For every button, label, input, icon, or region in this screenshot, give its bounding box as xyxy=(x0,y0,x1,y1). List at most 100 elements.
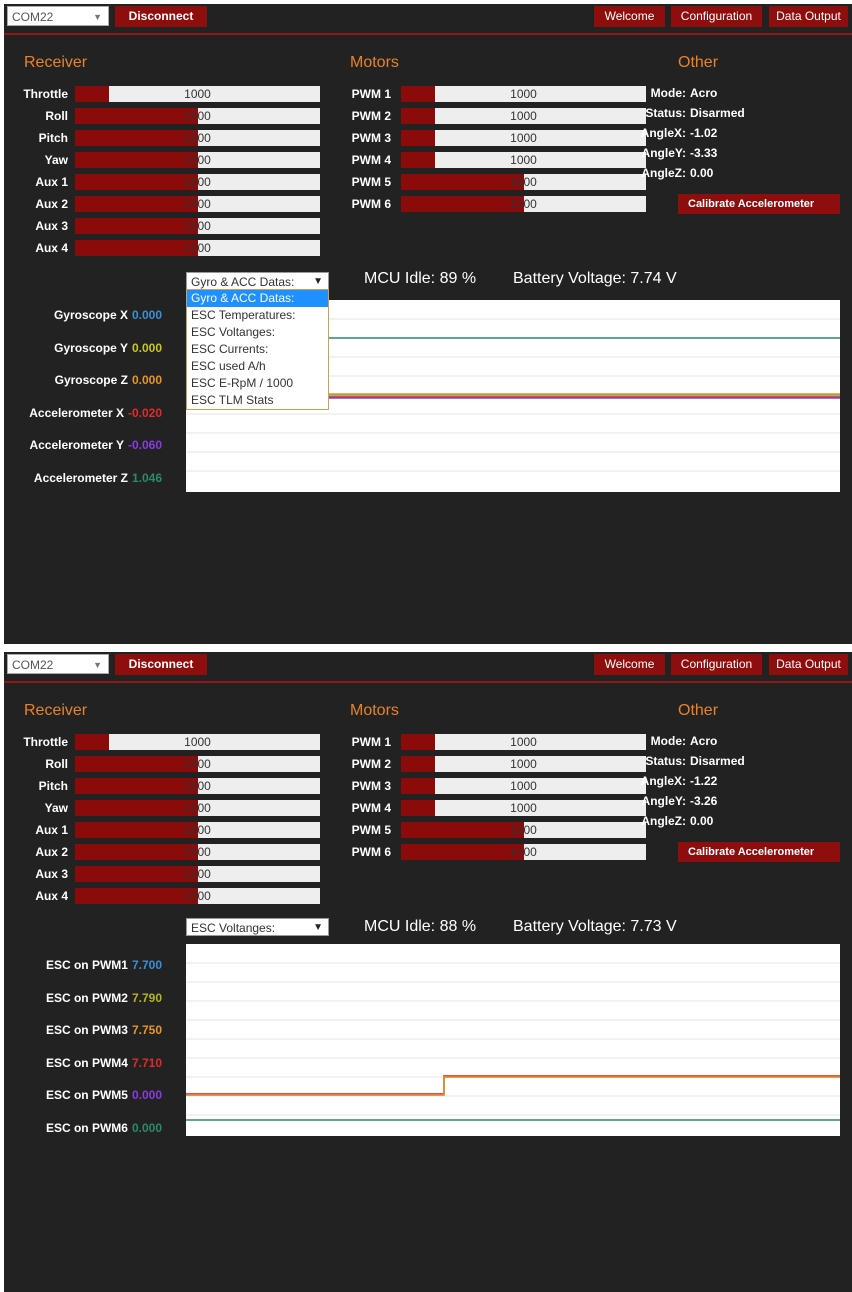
series-label: Gyroscope Y 0.000 xyxy=(4,341,162,355)
data-type-select[interactable]: ESC Voltanges: ▼ xyxy=(186,918,329,936)
series-value: 7.700 xyxy=(131,958,162,972)
motor-bar: 1000 xyxy=(401,778,646,794)
series-name: Gyroscope Y xyxy=(54,340,128,355)
other-row: Mode: Acro xyxy=(628,734,718,748)
motor-bar: 1000 xyxy=(401,756,646,772)
calibrate-accelerometer-button[interactable]: Calibrate Accelerometer xyxy=(678,842,840,862)
top-bar: COM22 ▼ Disconnect Welcome Configuration Data… xyxy=(4,652,852,678)
receiver-heading: Receiver xyxy=(24,702,88,719)
dropdown-option[interactable]: ESC Temperatures: xyxy=(187,307,328,324)
motor-value: 1500 xyxy=(510,197,537,211)
top-divider xyxy=(4,33,852,35)
other-row: AngleY: -3.26 xyxy=(628,794,718,808)
motor-value: 1500 xyxy=(510,823,537,837)
motor-bar: 1500 xyxy=(401,822,646,838)
series-name: Accelerometer Z xyxy=(33,470,128,485)
motor-label: PWM 2 xyxy=(351,757,391,771)
tab-configuration[interactable]: Configuration xyxy=(671,6,762,27)
receiver-value: 1000 xyxy=(184,87,211,101)
dropdown-option[interactable]: ESC TLM Stats xyxy=(187,392,328,409)
other-row: AngleX: -1.22 xyxy=(628,774,718,788)
receiver-heading: Receiver xyxy=(24,54,88,71)
receiver-value: 1500 xyxy=(184,197,211,211)
series-value: 0.000 xyxy=(131,1120,162,1135)
port-select[interactable]: COM22 ▼ xyxy=(7,6,109,26)
motor-value: 1000 xyxy=(510,757,537,771)
motor-value: 1000 xyxy=(510,131,537,145)
receiver-label: Aux 3 xyxy=(35,219,68,233)
receiver-bar: 1500 xyxy=(75,218,320,234)
motor-bar: 1000 xyxy=(401,130,646,146)
series-label: ESC on PWM2 7.790 xyxy=(4,991,162,1005)
receiver-label: Aux 3 xyxy=(35,867,68,881)
tab-configuration[interactable]: Configuration xyxy=(671,654,762,675)
calibrate-accelerometer-button[interactable]: Calibrate Accelerometer xyxy=(678,194,840,214)
series-line-esc-pwm1 xyxy=(186,1076,840,1096)
motor-bar: 1000 xyxy=(401,86,646,102)
series-label: ESC on PWM1 7.700 xyxy=(4,958,162,972)
other-heading: Other xyxy=(678,702,719,719)
top-bar: COM22 ▼ Disconnect Welcome Configuration Data… xyxy=(4,4,852,30)
other-row: AngleX: -1.02 xyxy=(628,126,718,140)
series-name: Gyroscope X xyxy=(53,308,128,322)
series-label: Gyroscope X 0.000 xyxy=(4,308,162,322)
series-value: 0.000 xyxy=(131,1088,162,1102)
receiver-value: 1500 xyxy=(184,241,211,255)
motor-value: 1500 xyxy=(510,175,537,189)
dropdown-option[interactable]: ESC Voltanges: xyxy=(187,324,328,341)
series-name: ESC on PWM3 xyxy=(45,1023,128,1037)
other-row: Status: Disarmed xyxy=(628,106,745,120)
receiver-value: 1500 xyxy=(184,889,211,903)
receiver-label: Aux 4 xyxy=(35,889,68,903)
other-row: AngleY: -3.33 xyxy=(628,146,718,160)
other-value: 0.00 xyxy=(690,814,714,828)
series-value: 0.000 xyxy=(131,373,162,387)
motor-label: PWM 5 xyxy=(351,175,391,189)
other-value: -1.22 xyxy=(690,774,718,788)
receiver-bar: 1500 xyxy=(75,822,320,838)
tab-welcome[interactable]: Welcome xyxy=(594,654,665,675)
dropdown-option[interactable]: ESC used A/h xyxy=(187,358,328,375)
port-value: COM22 xyxy=(12,658,54,672)
disconnect-button[interactable]: Disconnect xyxy=(115,6,207,27)
series-label: ESC on PWM6 0.000 xyxy=(4,1121,162,1135)
dropdown-arrow-icon: ▼ xyxy=(313,922,323,933)
data-type-select[interactable]: Gyro & ACC Datas: ▼ xyxy=(186,272,329,290)
motor-label: PWM 6 xyxy=(351,845,391,859)
motor-value: 1500 xyxy=(510,845,537,859)
other-value: Acro xyxy=(690,734,718,748)
dropdown-option[interactable]: ESC Currents: xyxy=(187,341,328,358)
tab-welcome[interactable]: Welcome xyxy=(594,6,665,27)
other-row: Mode: Acro xyxy=(628,86,718,100)
other-value: -1.02 xyxy=(690,126,718,140)
motor-bar: 1000 xyxy=(401,152,646,168)
series-name: ESC on PWM1 xyxy=(45,958,128,972)
other-key: Mode: xyxy=(650,734,686,748)
dropdown-option[interactable]: ESC E-RpM / 1000 xyxy=(187,375,328,392)
other-key: Status: xyxy=(645,106,686,120)
motor-label: PWM 3 xyxy=(351,131,391,145)
receiver-bar: 1500 xyxy=(75,888,320,904)
port-select[interactable]: COM22 ▼ xyxy=(7,654,109,674)
disconnect-button[interactable]: Disconnect xyxy=(115,654,207,675)
series-label: Gyroscope Z 0.000 xyxy=(4,373,162,387)
receiver-label: Aux 2 xyxy=(35,845,68,859)
data-type-selected: ESC Voltanges: xyxy=(191,921,276,935)
other-heading: Other xyxy=(678,54,719,71)
tab-data-output[interactable]: Data Output xyxy=(769,6,848,27)
other-key: Status: xyxy=(645,754,686,768)
motors-heading: Motors xyxy=(350,54,399,71)
receiver-value: 1500 xyxy=(184,845,211,859)
screen-esc-voltages: COM22 ▼ Disconnect Welcome Configuration Data… xyxy=(4,652,852,1292)
telemetry-chart xyxy=(186,944,840,1136)
motor-value: 1000 xyxy=(510,153,537,167)
mcu-idle: MCU Idle: 89 % xyxy=(364,270,477,287)
series-name: ESC on PWM2 xyxy=(45,990,128,1005)
other-value: Disarmed xyxy=(690,106,745,120)
battery-voltage: Battery Voltage: 7.73 V xyxy=(513,918,677,935)
other-value: Disarmed xyxy=(690,754,745,768)
dropdown-option[interactable]: Gyro & ACC Datas: xyxy=(187,290,328,307)
tab-data-output[interactable]: Data Output xyxy=(769,654,848,675)
receiver-value: 1500 xyxy=(184,153,211,167)
receiver-value: 1500 xyxy=(184,823,211,837)
